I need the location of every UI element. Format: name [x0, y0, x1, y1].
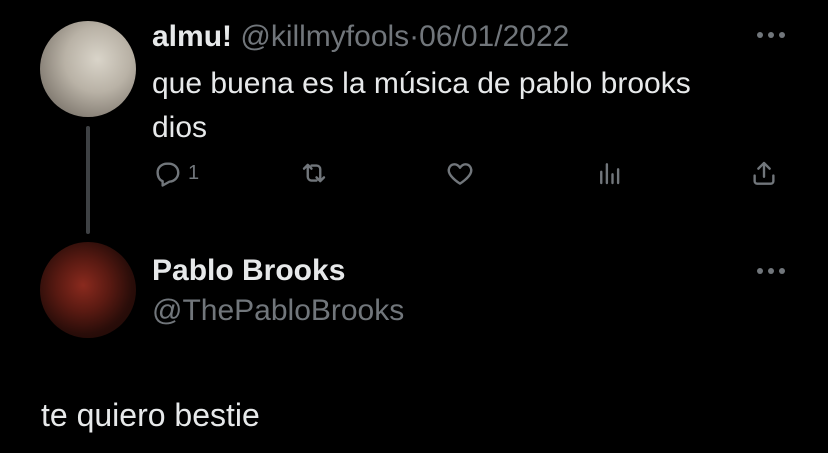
tweet-text-line-1: que buena es la música de pablo brooks [152, 67, 691, 100]
user-handle[interactable]: @killmyfools [240, 20, 409, 53]
tweet-date[interactable]: 06/01/2022 [419, 20, 569, 53]
display-name[interactable]: almu! [152, 20, 232, 53]
reply-icon [156, 162, 180, 187]
tweet-action-bar: 1 [152, 158, 792, 194]
separator-dot: · [409, 20, 420, 53]
tweet-text-line-2: dios [152, 111, 208, 144]
share-button[interactable] [749, 158, 779, 188]
more-horizontal-icon[interactable] [755, 30, 787, 40]
reply-text: te quiero bestie [41, 397, 260, 433]
reply-button[interactable]: 1 [152, 158, 199, 188]
retweet-button[interactable] [299, 158, 329, 188]
reply-display-name[interactable]: Pablo Brooks [152, 252, 345, 290]
avatar-almu[interactable] [40, 21, 136, 117]
thread-connector-line [86, 126, 90, 234]
like-icon [447, 163, 473, 185]
share-icon [753, 161, 775, 185]
more-horizontal-icon[interactable] [755, 266, 787, 276]
like-button[interactable] [445, 158, 475, 188]
tweet-header: almu! @killmyfools·06/01/2022 [152, 18, 569, 56]
views-button[interactable] [595, 158, 625, 188]
reply-count: 1 [188, 161, 200, 184]
retweet-icon [302, 163, 326, 183]
reply-user-handle[interactable]: @ThePabloBrooks [152, 292, 404, 330]
avatar-pablo-brooks[interactable] [40, 242, 136, 338]
views-icon [600, 163, 620, 185]
tweet-text: que buena es la música de pablo brooks d… [152, 62, 752, 150]
